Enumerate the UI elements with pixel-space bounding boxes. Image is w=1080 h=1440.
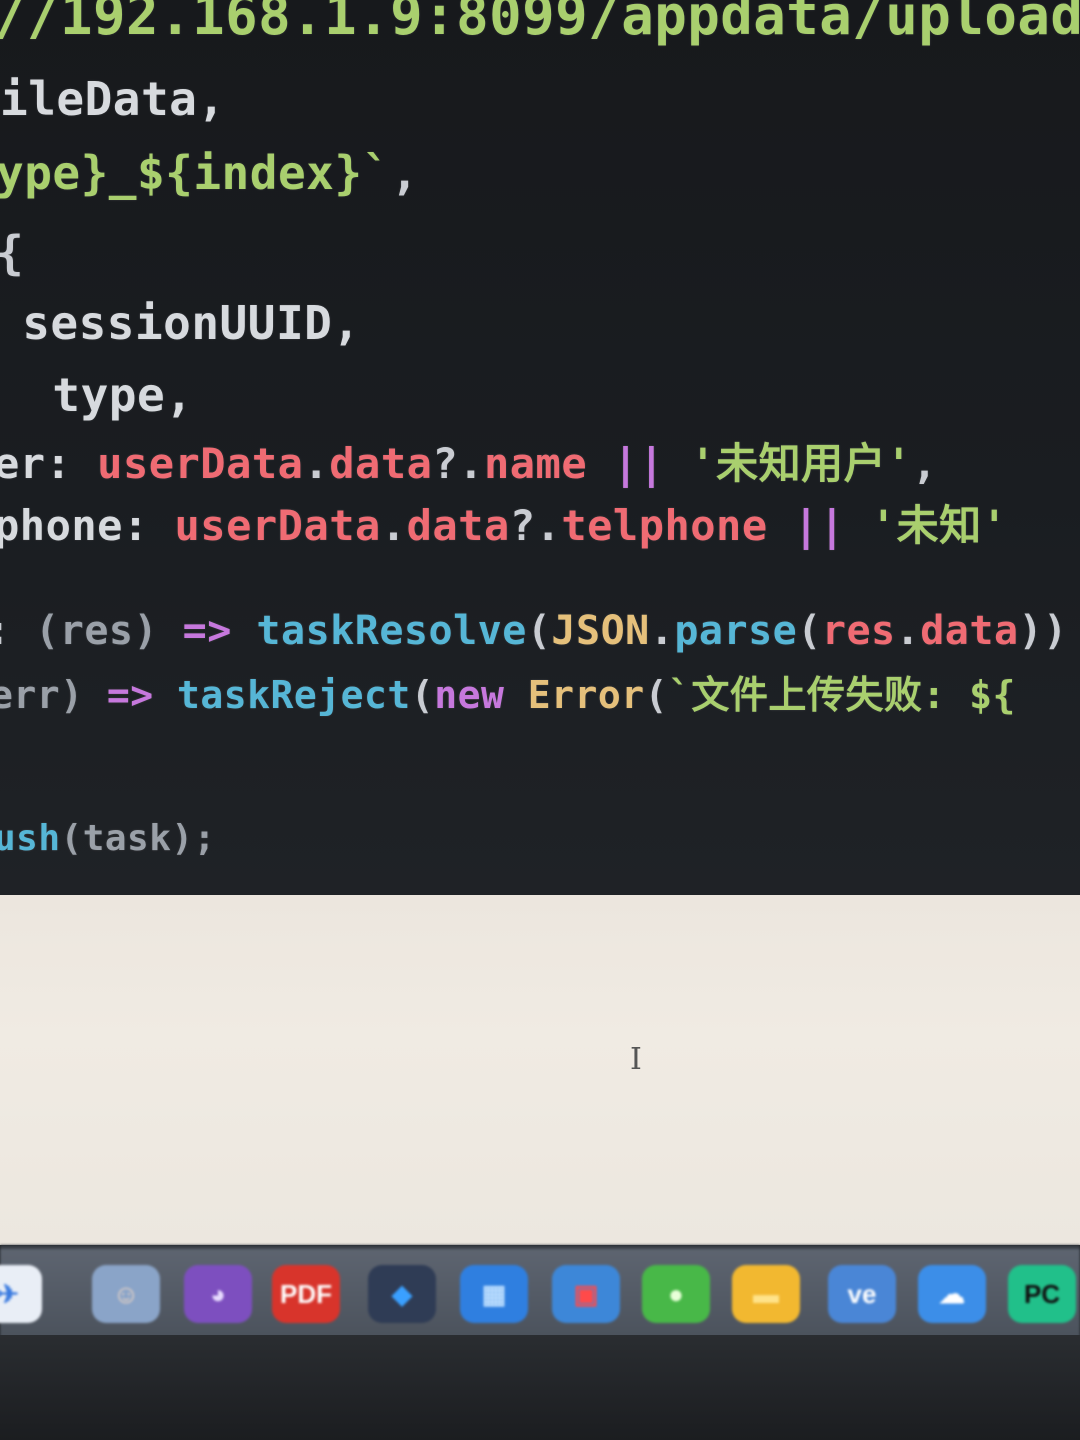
code-token: //192.168.1.9:8099/appdata/upload': [0, 0, 1080, 47]
code-token: ||: [587, 439, 691, 488]
code-token: .: [380, 501, 407, 550]
code-token: (: [526, 608, 552, 654]
code-token: ?.: [509, 501, 562, 550]
github-desktop-glyph: ◕: [210, 1278, 226, 1309]
code-token: new: [434, 673, 528, 717]
code-line[interactable]: err) => taskReject(new Error(`文件上传失败: ${: [0, 664, 1016, 719]
code-token: parse: [674, 608, 798, 654]
safari-glyph: ✈: [0, 1278, 19, 1309]
code-token: userData: [97, 439, 304, 488]
remote-desktop-icon[interactable]: ▣: [552, 1265, 620, 1323]
code-token: ?.: [432, 439, 484, 488]
code-token: .: [649, 608, 675, 654]
code-token: =>: [106, 673, 178, 717]
code-token: JSON: [551, 608, 650, 654]
code-token: ,: [390, 146, 419, 200]
code-token: (res): [35, 608, 183, 654]
code-editor[interactable]: //192.168.1.9:8099/appdata/upload', ileDa…: [0, 0, 1080, 895]
windows-app-glyph: ▦: [481, 1278, 507, 1309]
code-token: data: [920, 608, 1019, 654]
code-token: (: [644, 673, 668, 717]
pdf-reader-icon[interactable]: PDF: [272, 1265, 340, 1323]
code-token: (: [797, 608, 822, 654]
github-desktop-icon[interactable]: ◕: [184, 1265, 252, 1323]
code-line[interactable]: ype}_${index}`,: [0, 146, 419, 200]
code-token: .: [895, 608, 921, 654]
code-line[interactable]: er: userData.data?.name || '未知用户',: [0, 430, 938, 491]
screen-recorder-icon[interactable]: ◆: [368, 1265, 436, 1323]
code-token: taskReject: [177, 673, 411, 717]
code-token: ush: [0, 818, 61, 859]
code-token: `文件上传失败: ${: [668, 673, 1016, 717]
code-token: )): [1018, 608, 1068, 654]
code-token: taskResolve: [256, 608, 527, 654]
code-token: ype}_${index}`: [0, 146, 391, 200]
code-token: telphone: [561, 501, 768, 550]
code-token: ,: [911, 439, 938, 488]
code-token: ileData,: [0, 72, 226, 126]
code-line[interactable]: ush(task);: [0, 818, 216, 859]
safari-icon[interactable]: ✈: [0, 1265, 42, 1323]
code-token: (task);: [60, 818, 216, 859]
remote-desktop-glyph: ▣: [573, 1278, 599, 1309]
code-line[interactable]: phone: userData.data?.telphone || '未知': [0, 492, 1007, 553]
windows-app-icon[interactable]: ▦: [460, 1265, 528, 1323]
code-token: userData: [174, 501, 381, 550]
vs-code-glyph: ve: [847, 1278, 877, 1309]
contacts-icon[interactable]: ☺: [92, 1265, 160, 1323]
cloud-drive-glyph: ☁: [939, 1278, 965, 1309]
code-token: ||: [767, 501, 871, 550]
code-token: err): [0, 673, 107, 717]
folder-glyph: ▬: [753, 1278, 779, 1309]
code-line[interactable]: {: [0, 226, 24, 280]
pycharm-icon[interactable]: PC: [1008, 1265, 1076, 1323]
pycharm-glyph: PC: [1023, 1278, 1061, 1309]
dock: ✈ ☺ ◕ PDF ◆ ▦ ▣ ● ▬ ve ☁ PC: [0, 1245, 1080, 1339]
code-token: phone:: [0, 501, 175, 550]
code-token: =>: [182, 608, 257, 654]
code-token: (: [410, 673, 435, 717]
cloud-drive-icon[interactable]: ☁: [918, 1265, 986, 1323]
code-line[interactable]: //192.168.1.9:8099/appdata/upload',: [0, 0, 1080, 47]
code-token: data: [406, 501, 510, 550]
code-token: :: [0, 608, 35, 654]
code-token: er:: [0, 439, 98, 488]
code-line[interactable]: : (res) => taskResolve(JSON.parse(res.da…: [0, 608, 1068, 654]
code-line[interactable]: ileData,: [0, 72, 226, 126]
pdf-reader-glyph: PDF: [280, 1278, 332, 1309]
folder-icon[interactable]: ▬: [732, 1265, 800, 1323]
document-area[interactable]: I: [0, 895, 1080, 1245]
screen-recorder-glyph: ◆: [392, 1278, 412, 1309]
i-beam-cursor: I: [630, 1042, 642, 1077]
code-token: {: [0, 226, 24, 280]
code-token: Error: [527, 673, 645, 717]
monitor-bezel: [0, 1335, 1080, 1440]
code-token: data: [329, 439, 433, 488]
code-line[interactable]: type,: [0, 368, 193, 422]
code-token: .: [303, 439, 330, 488]
code-token: sessionUUID,: [0, 296, 361, 350]
code-token: '未知': [870, 501, 1008, 550]
code-token: res: [821, 608, 896, 654]
wechat-glyph: ●: [668, 1278, 684, 1309]
code-token: '未知用户': [690, 439, 912, 488]
contacts-glyph: ☺: [112, 1278, 140, 1309]
wechat-icon[interactable]: ●: [642, 1265, 710, 1323]
vs-code-icon[interactable]: ve: [828, 1265, 896, 1323]
code-token: type,: [0, 368, 194, 422]
code-token: name: [483, 439, 588, 488]
code-line[interactable]: sessionUUID,: [0, 296, 361, 350]
